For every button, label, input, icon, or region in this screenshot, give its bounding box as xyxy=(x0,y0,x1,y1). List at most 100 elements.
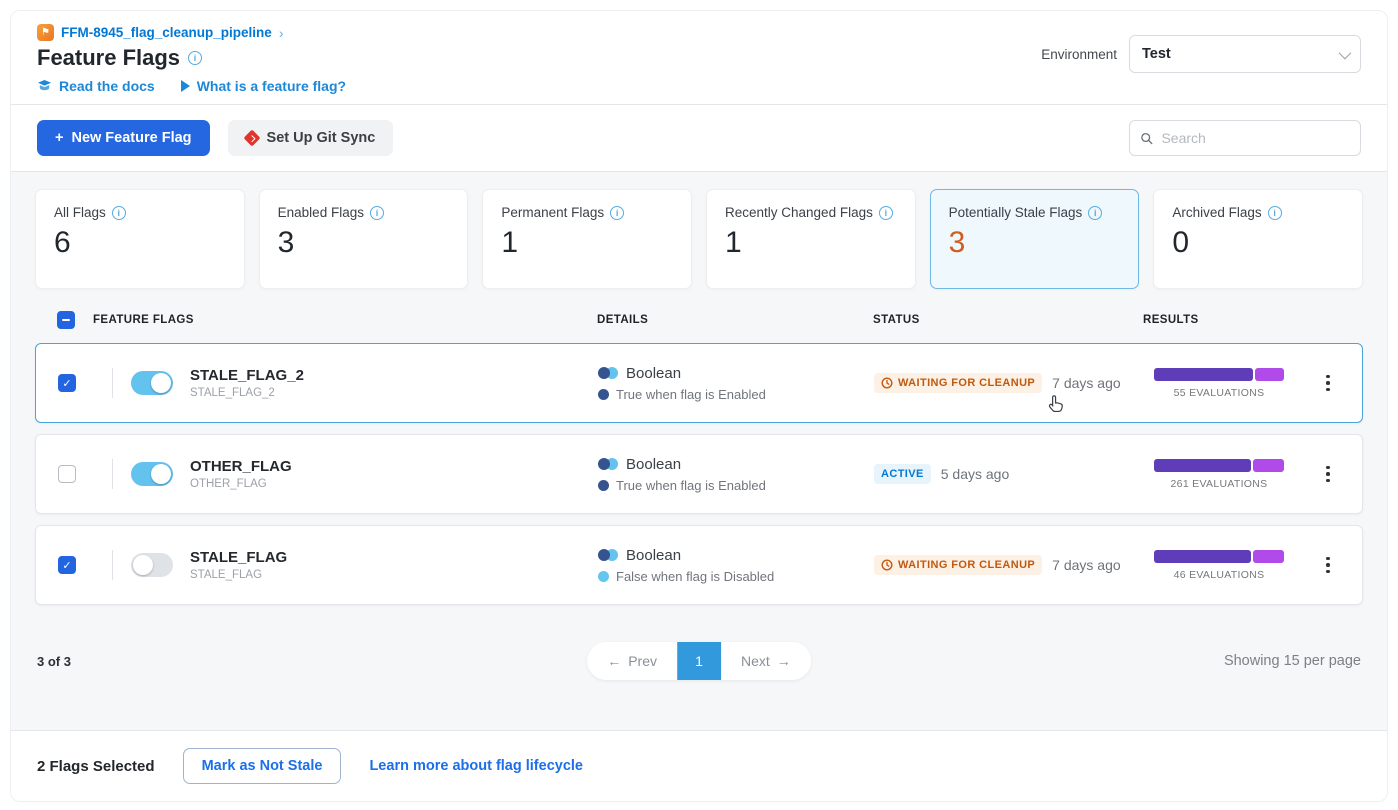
stat-label: Potentially Stale Flags xyxy=(949,205,1083,220)
stat-card[interactable]: Recently Changed Flags i 1 xyxy=(706,189,916,289)
plus-icon: + xyxy=(55,130,63,146)
info-icon[interactable]: i xyxy=(370,206,384,220)
new-feature-flag-button[interactable]: + New Feature Flag xyxy=(37,120,210,156)
play-icon xyxy=(181,80,190,92)
flag-identifier: OTHER_FLAG xyxy=(190,478,598,490)
stat-label: Enabled Flags xyxy=(278,205,364,220)
flag-identifier: STALE_FLAG xyxy=(190,569,598,581)
column-header-status: STATUS xyxy=(873,314,1143,326)
flag-variation: True when flag is Enabled xyxy=(616,387,766,402)
selection-footer: 2 Flags Selected Mark as Not Stale Learn… xyxy=(11,730,1387,801)
info-icon[interactable]: i xyxy=(879,206,893,220)
content-area: All Flags i 6 Enabled Flags i 3 Permanen… xyxy=(11,172,1387,730)
stat-label: Recently Changed Flags xyxy=(725,205,873,220)
table-header: FEATURE FLAGS DETAILS STATUS RESULTS xyxy=(35,311,1363,343)
flag-type: Boolean xyxy=(626,456,681,473)
info-icon[interactable]: i xyxy=(1088,206,1102,220)
evaluations-bar xyxy=(1154,550,1284,563)
status-label: WAITING FOR CLEANUP xyxy=(898,559,1035,571)
stat-card[interactable]: Permanent Flags i 1 xyxy=(482,189,692,289)
kebab-menu-icon[interactable] xyxy=(1320,551,1336,580)
title-info-icon[interactable]: i xyxy=(188,51,202,65)
prev-page-button[interactable]: ← Prev xyxy=(587,642,677,680)
page-number-button[interactable]: 1 xyxy=(677,642,721,680)
clock-icon xyxy=(881,559,893,571)
evaluations-bar xyxy=(1154,368,1284,381)
docs-icon xyxy=(37,79,52,94)
stat-value: 3 xyxy=(278,226,450,260)
status-updated: 7 days ago xyxy=(1052,557,1121,573)
flag-name[interactable]: STALE_FLAG xyxy=(190,549,598,566)
pagination-summary: 3 of 3 xyxy=(37,654,71,669)
stat-value: 1 xyxy=(501,226,673,260)
stat-value: 3 xyxy=(949,226,1121,260)
flag-toggle[interactable] xyxy=(131,371,173,395)
stat-card[interactable]: Potentially Stale Flags i 3 xyxy=(930,189,1140,289)
pagination: 3 of 3 ← Prev 1 Next → Showing 15 per pa… xyxy=(35,616,1363,686)
evaluations-bar xyxy=(1154,459,1284,472)
variation-dot-icon xyxy=(598,389,609,400)
search-input[interactable] xyxy=(1161,130,1350,146)
flag-toggle[interactable] xyxy=(131,553,173,577)
info-icon[interactable]: i xyxy=(112,206,126,220)
status-badge[interactable]: WAITING FOR CLEANUP xyxy=(874,373,1042,393)
row-checkbox[interactable] xyxy=(58,465,76,483)
chevron-down-icon xyxy=(1339,46,1352,59)
kebab-menu-icon[interactable] xyxy=(1320,369,1336,398)
stat-card[interactable]: Enabled Flags i 3 xyxy=(259,189,469,289)
kebab-menu-icon[interactable] xyxy=(1320,460,1336,489)
feature-flags-module-icon: ⚑ xyxy=(37,24,54,41)
status-updated: 5 days ago xyxy=(941,466,1010,482)
flag-row: ✓ STALE_FLAG_2 STALE_FLAG_2 Boolean True… xyxy=(35,343,1363,423)
variation-dot-icon xyxy=(598,571,609,582)
flag-name[interactable]: OTHER_FLAG xyxy=(190,458,598,475)
git-sync-icon xyxy=(243,130,260,147)
divider xyxy=(112,459,113,489)
info-icon[interactable]: i xyxy=(1268,206,1282,220)
app-window: ⚑ FFM-8945_flag_cleanup_pipeline › Featu… xyxy=(10,10,1388,802)
mark-not-stale-button[interactable]: Mark as Not Stale xyxy=(183,748,342,784)
page-header: ⚑ FFM-8945_flag_cleanup_pipeline › Featu… xyxy=(11,11,1387,105)
breadcrumb-caret-icon: › xyxy=(279,25,284,41)
flag-toggle[interactable] xyxy=(131,462,173,486)
selected-count: 2 Flags Selected xyxy=(37,758,155,775)
stat-card[interactable]: All Flags i 6 xyxy=(35,189,245,289)
breadcrumb-project[interactable]: FFM-8945_flag_cleanup_pipeline xyxy=(61,25,272,40)
environment-select[interactable]: Test xyxy=(1129,35,1361,73)
row-checkbox[interactable]: ✓ xyxy=(58,556,76,574)
row-checkbox[interactable]: ✓ xyxy=(58,374,76,392)
next-page-button[interactable]: Next → xyxy=(721,642,811,680)
column-header-flags: FEATURE FLAGS xyxy=(93,314,597,326)
stat-label: All Flags xyxy=(54,205,106,220)
toolbar: + New Feature Flag Set Up Git Sync xyxy=(11,105,1387,172)
flag-variation: False when flag is Disabled xyxy=(616,569,774,584)
flag-name[interactable]: STALE_FLAG_2 xyxy=(190,367,598,384)
environment-label: Environment xyxy=(1041,47,1117,62)
status-badge[interactable]: WAITING FOR CLEANUP xyxy=(874,555,1042,575)
stat-value: 0 xyxy=(1172,226,1344,260)
flag-row: ✓ STALE_FLAG STALE_FLAG Boolean False wh… xyxy=(35,525,1363,605)
read-docs-link[interactable]: Read the docs xyxy=(37,78,155,94)
search-icon xyxy=(1140,131,1153,146)
stat-label: Archived Flags xyxy=(1172,205,1261,220)
flag-variation: True when flag is Enabled xyxy=(616,478,766,493)
status-label: ACTIVE xyxy=(881,468,924,480)
stat-card[interactable]: Archived Flags i 0 xyxy=(1153,189,1363,289)
cursor-pointer-icon xyxy=(1046,393,1068,417)
boolean-type-icon xyxy=(598,549,618,561)
divider xyxy=(112,368,113,398)
column-header-details: DETAILS xyxy=(597,314,873,326)
select-all-checkbox[interactable] xyxy=(57,311,75,329)
evaluations-count: 46 EVALUATIONS xyxy=(1174,569,1265,581)
learn-lifecycle-link[interactable]: Learn more about flag lifecycle xyxy=(369,758,583,774)
page-title: Feature Flags xyxy=(37,45,180,71)
status-badge[interactable]: ACTIVE xyxy=(874,464,931,484)
variation-dot-icon xyxy=(598,480,609,491)
info-icon[interactable]: i xyxy=(610,206,624,220)
what-is-flag-link[interactable]: What is a feature flag? xyxy=(181,78,346,94)
search-box[interactable] xyxy=(1129,120,1361,156)
flag-row: OTHER_FLAG OTHER_FLAG Boolean True when … xyxy=(35,434,1363,514)
git-sync-button[interactable]: Set Up Git Sync xyxy=(228,120,394,156)
prev-arrow-icon: ← xyxy=(607,653,621,669)
flag-identifier: STALE_FLAG_2 xyxy=(190,387,598,399)
